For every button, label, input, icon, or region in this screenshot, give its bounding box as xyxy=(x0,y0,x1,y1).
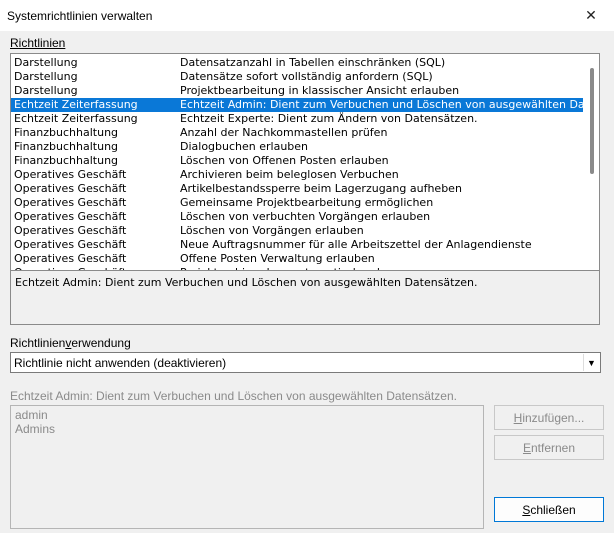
usage-label-prefix: Richtlinien xyxy=(10,336,66,350)
policy-row[interactable]: Operatives Geschäft Artikelbestandssperre… xyxy=(11,182,585,196)
policy-row[interactable]: Operatives Geschäft Offene Posten Verwalt… xyxy=(11,252,585,266)
list-item-user[interactable]: admin xyxy=(15,408,48,422)
policy-category: Operatives Geschäft xyxy=(14,196,127,209)
close-button-mnemonic: S xyxy=(522,502,531,517)
policy-description: Löschen von verbuchten Vorgängen erlaube… xyxy=(180,210,431,223)
remove-button-mnemonic: E xyxy=(522,440,531,455)
close-icon: ✕ xyxy=(585,7,597,23)
policy-row[interactable]: Operatives Geschäft Löschen von Vorgängen… xyxy=(11,224,585,238)
policy-description: Dialogbuchen erlauben xyxy=(180,140,309,153)
policy-list[interactable]: Darstellung Datensatzanzahl in Tabellen e… xyxy=(10,53,600,271)
policy-description: Datensatzanzahl in Tabellen einschränken… xyxy=(180,56,446,69)
title-bar: Systemrichtlinien verwalten ✕ xyxy=(0,0,614,31)
policy-row[interactable]: Echtzeit Zeiterfassung Echtzeit Experte: … xyxy=(11,112,585,126)
add-button[interactable]: Hinzufügen... xyxy=(494,405,604,430)
usage-label: Richtlinienverwendung xyxy=(10,336,131,350)
window-title: Systemrichtlinien verwalten xyxy=(7,9,153,23)
policy-row[interactable]: Finanzbuchhaltung Anzahl der Nachkommaste… xyxy=(11,126,585,140)
policy-row[interactable]: Darstellung Datensatzanzahl in Tabellen e… xyxy=(11,56,585,70)
policy-description: Neue Auftragsnummer für alle Arbeitszett… xyxy=(180,238,532,251)
policy-category: Operatives Geschäft xyxy=(14,168,127,181)
policy-category: Darstellung xyxy=(14,84,78,97)
close-button-label: chließen xyxy=(530,502,576,517)
policy-description: Anzahl der Nachkommastellen prüfen xyxy=(180,126,388,139)
policy-row[interactable]: Darstellung Datensätze sofort vollständig… xyxy=(11,70,585,84)
policy-row[interactable]: Operatives Geschäft Löschen von verbuchte… xyxy=(11,210,585,224)
policy-row[interactable]: Finanzbuchhaltung Löschen von Offenen Pos… xyxy=(11,154,585,168)
policy-row[interactable]: Finanzbuchhaltung Dialogbuchen erlauben xyxy=(11,140,585,154)
scrollbar-thumb[interactable] xyxy=(590,68,594,174)
policy-category: Finanzbuchhaltung xyxy=(14,154,119,167)
policy-description: Löschen von Offenen Posten erlauben xyxy=(180,154,389,167)
close-window-button[interactable]: ✕ xyxy=(568,0,614,31)
remove-button-label: ntfernen xyxy=(530,440,576,455)
usage-dropdown[interactable]: Richtlinie nicht anwenden (deaktivieren)… xyxy=(10,352,601,373)
policy-category: Darstellung xyxy=(14,70,78,83)
policy-row[interactable]: Darstellung Projektbearbeitung in klassis… xyxy=(11,84,585,98)
policy-category: Operatives Geschäft xyxy=(14,182,127,195)
policy-description: Gemeinsame Projektbearbeitung ermögliche… xyxy=(180,196,434,209)
policy-description: Projektbearbeitung in klassischer Ansich… xyxy=(180,84,460,97)
policy-row[interactable]: Operatives Geschäft Archivieren beim bele… xyxy=(11,168,585,182)
usage-label-suffix: erwendung xyxy=(71,336,131,350)
remove-button[interactable]: Entfernen xyxy=(494,435,604,460)
policy-description-text: Echtzeit Admin: Dient zum Verbuchen und … xyxy=(15,276,478,289)
users-caption: Echtzeit Admin: Dient zum Verbuchen und … xyxy=(10,389,457,403)
policy-category: Finanzbuchhaltung xyxy=(14,126,119,139)
policies-label-text: Richtlinien xyxy=(10,36,66,50)
policy-category: Echtzeit Zeiterfassung xyxy=(14,98,138,111)
policy-description-box: Echtzeit Admin: Dient zum Verbuchen und … xyxy=(10,270,600,325)
policy-category: Operatives Geschäft xyxy=(14,210,127,223)
policy-category: Darstellung xyxy=(14,56,78,69)
policy-category: Finanzbuchhaltung xyxy=(14,140,119,153)
add-button-mnemonic: H xyxy=(513,410,523,425)
policy-category: Operatives Geschäft xyxy=(14,224,127,237)
chevron-down-icon[interactable]: ▼ xyxy=(583,354,599,371)
policy-list-scrollbar[interactable] xyxy=(583,54,599,270)
usage-dropdown-value: Richtlinie nicht anwenden (deaktivieren) xyxy=(14,356,227,370)
policy-row[interactable]: Operatives Geschäft Gemeinsame Projektbea… xyxy=(11,196,585,210)
policy-description: Echtzeit Admin: Dient zum Verbuchen und … xyxy=(180,98,585,111)
policy-description: Offene Posten Verwaltung erlauben xyxy=(180,252,375,265)
policy-category: Echtzeit Zeiterfassung xyxy=(14,112,138,125)
list-item-user[interactable]: Admins xyxy=(15,422,55,436)
policy-category: Operatives Geschäft xyxy=(14,252,127,265)
policy-description: Datensätze sofort vollständig anfordern … xyxy=(180,70,433,83)
users-list[interactable]: admin Admins xyxy=(10,405,484,529)
policy-category: Operatives Geschäft xyxy=(14,238,127,251)
policy-description: Archivieren beim beleglosen Verbuchen xyxy=(180,168,399,181)
policy-row[interactable]: Echtzeit Zeiterfassung Echtzeit Admin: Di… xyxy=(11,98,585,112)
policy-description: Löschen von Vorgängen erlauben xyxy=(180,224,364,237)
policies-label: Richtlinien xyxy=(10,36,65,50)
policy-description: Echtzeit Experte: Dient zum Ändern von D… xyxy=(180,112,478,125)
add-button-label: inzufügen... xyxy=(522,410,585,425)
close-button[interactable]: Schließen xyxy=(494,497,604,522)
policy-row[interactable]: Operatives Geschäft Neue Auftragsnummer f… xyxy=(11,238,585,252)
policy-description: Artikelbestandssperre beim Lagerzugang a… xyxy=(180,182,462,195)
